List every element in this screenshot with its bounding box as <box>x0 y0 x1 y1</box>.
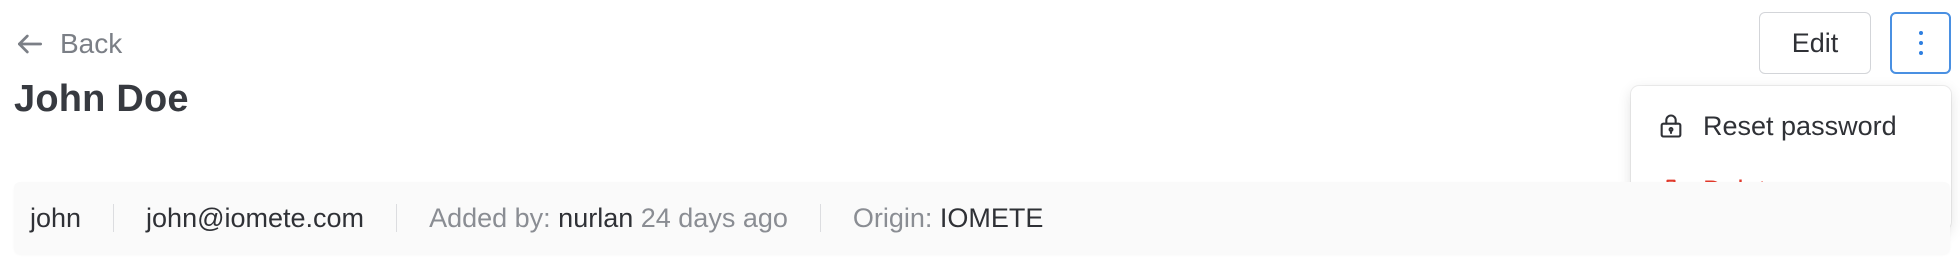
back-label: Back <box>60 28 123 59</box>
menu-item-label: Reset password <box>1703 110 1897 141</box>
arrow-left-icon <box>18 34 42 54</box>
page-title: John Doe <box>14 78 189 120</box>
email: john@iomete.com <box>146 202 365 233</box>
added-time: 24 days ago <box>640 202 788 233</box>
divider <box>396 204 398 232</box>
lock-icon <box>1660 114 1682 138</box>
divider <box>113 204 115 232</box>
more-actions-button[interactable] <box>1890 12 1951 74</box>
origin-value: IOMETE <box>939 202 1044 233</box>
origin-label: Origin: <box>852 202 933 233</box>
edit-button[interactable]: Edit <box>1759 12 1871 74</box>
divider <box>819 204 821 232</box>
added-by-user: nurlan <box>558 202 634 233</box>
more-vertical-icon <box>1918 31 1923 55</box>
back-link[interactable]: Back <box>14 22 122 66</box>
username: john <box>30 202 82 233</box>
added-by-label: Added by: <box>429 202 551 233</box>
user-info-bar: john john@iomete.com Added by: nurlan 24… <box>14 182 1950 254</box>
menu-item-reset-password[interactable]: Reset password <box>1631 94 1951 158</box>
